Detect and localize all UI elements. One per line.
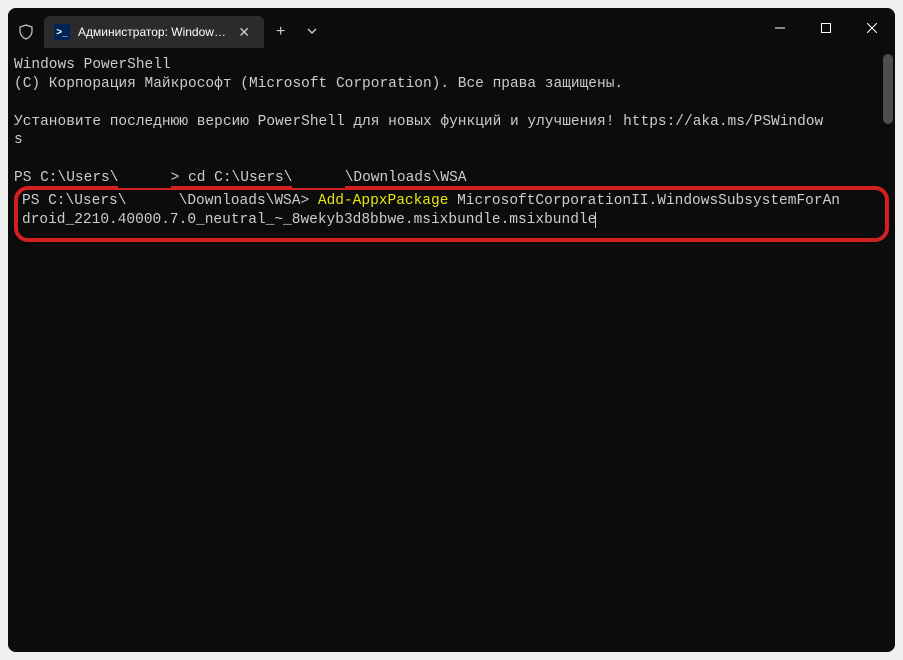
terminal-content[interactable]: Windows PowerShell (C) Корпорация Майкро… bbox=[8, 48, 895, 652]
title-bar: >_ Администратор: Windows Po ✕ + bbox=[8, 8, 895, 48]
maximize-button[interactable] bbox=[803, 12, 849, 44]
terminal-line bbox=[14, 150, 889, 169]
close-tab-button[interactable]: ✕ bbox=[234, 22, 254, 43]
tab-dropdown-button[interactable] bbox=[297, 20, 327, 44]
terminal-line: s bbox=[14, 131, 889, 150]
tab-title: Администратор: Windows Po bbox=[78, 25, 228, 39]
redacted-text: XXXXXX bbox=[118, 169, 170, 188]
new-tab-button[interactable]: + bbox=[264, 17, 297, 47]
prompt-line: PS C:\Users\XXXXXX\Downloads\WSA> Add-Ap… bbox=[22, 192, 881, 211]
prompt-text: \Downloads\WSA> bbox=[179, 193, 318, 209]
close-window-button[interactable] bbox=[849, 12, 895, 44]
prompt-line: droid_2210.40000.7.0_neutral_~_8wekyb3d8… bbox=[22, 211, 881, 230]
powershell-icon: >_ bbox=[54, 24, 70, 40]
command-args: MicrosoftCorporationII.WindowsSubsystemF… bbox=[448, 193, 840, 209]
terminal-line: Установите последнюю версию PowerShell д… bbox=[14, 113, 889, 132]
window-controls bbox=[757, 12, 895, 44]
highlighted-command: PS C:\Users\XXXXXX\Downloads\WSA> Add-Ap… bbox=[14, 186, 889, 242]
cursor-icon bbox=[595, 212, 596, 228]
redacted-text: XXXXXX bbox=[292, 169, 344, 188]
prompt-text: \Downloads\WSA bbox=[345, 170, 467, 186]
shield-icon bbox=[16, 22, 36, 42]
prompt-text: PS C:\Users\ bbox=[22, 193, 126, 209]
terminal-window: >_ Администратор: Windows Po ✕ + Windows… bbox=[8, 8, 895, 652]
minimize-button[interactable] bbox=[757, 12, 803, 44]
terminal-line bbox=[14, 94, 889, 113]
prompt-text: PS C:\Users\ bbox=[14, 170, 118, 186]
terminal-line: (C) Корпорация Майкрософт (Microsoft Cor… bbox=[14, 75, 889, 94]
tab-powershell[interactable]: >_ Администратор: Windows Po ✕ bbox=[44, 16, 264, 48]
command-args: droid_2210.40000.7.0_neutral_~_8wekyb3d8… bbox=[22, 212, 596, 228]
prompt-text: > cd C:\Users\ bbox=[171, 170, 293, 186]
terminal-line: Windows PowerShell bbox=[14, 56, 889, 75]
command-name: Add-AppxPackage bbox=[318, 193, 449, 209]
redacted-text: XXXXXX bbox=[126, 192, 178, 211]
scrollbar[interactable] bbox=[883, 54, 893, 124]
